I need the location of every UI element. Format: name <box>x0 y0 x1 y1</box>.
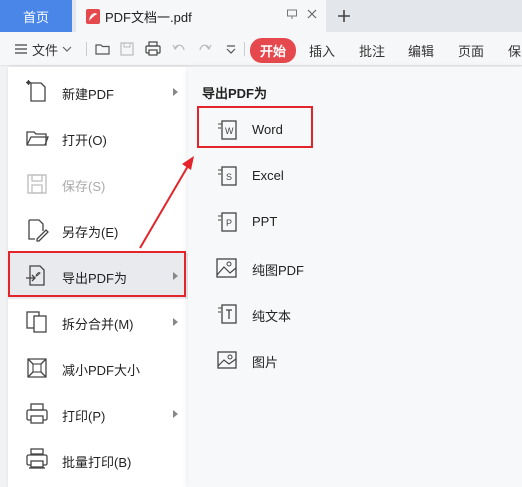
menu-item-label: 保存(S) <box>62 179 106 194</box>
export-excel-option[interactable]: S Excel <box>188 152 522 198</box>
export-option-label: 纯图PDF <box>252 263 305 278</box>
save-icon <box>27 174 47 194</box>
new-tab-button[interactable] <box>334 4 354 28</box>
export-text-option[interactable]: 纯文本 <box>188 290 522 336</box>
undo-icon[interactable] <box>170 40 188 58</box>
close-tab-icon[interactable] <box>306 8 318 20</box>
tab-document-label: PDF文档一.pdf <box>105 9 192 25</box>
picture-icon <box>217 351 237 369</box>
print-icon <box>26 403 48 424</box>
menu-item-new-pdf[interactable]: 新建PDF <box>8 69 188 115</box>
menu-item-save-as[interactable]: 另存为(E) <box>8 207 188 253</box>
hamburger-icon <box>15 44 27 54</box>
batch-print-icon <box>26 448 48 469</box>
tab-protect[interactable]: 保 <box>508 41 521 60</box>
highlight-box-export <box>8 251 186 297</box>
quick-access-dropdown-icon[interactable] <box>222 40 240 58</box>
split-merge-icon <box>26 311 47 333</box>
menu-item-label: 批量打印(B) <box>62 455 132 470</box>
submenu-title: 导出PDF为 <box>202 86 268 101</box>
submenu-arrow-icon <box>173 410 178 418</box>
menu-item-batch-print[interactable]: 批量打印(B) <box>8 437 188 483</box>
export-image-pdf-option[interactable]: 纯图PDF <box>188 244 522 290</box>
tab-home-label: 首页 <box>22 9 49 25</box>
new-pdf-icon <box>26 80 46 102</box>
svg-text:P: P <box>226 218 232 228</box>
submenu-arrow-icon <box>173 318 178 326</box>
plus-icon <box>338 10 350 22</box>
svg-text:S: S <box>226 172 232 182</box>
highlight-box-word <box>197 106 313 148</box>
pin-window-icon[interactable] <box>286 8 298 20</box>
chevron-down-icon <box>62 46 72 52</box>
printer-toolbar-icon[interactable] <box>144 40 162 58</box>
tab-document[interactable]: PDF文档一.pdf <box>76 0 326 32</box>
menu-item-label: 打开(O) <box>62 133 107 148</box>
menu-item-label: 另存为(E) <box>62 225 119 240</box>
tab-insert[interactable]: 插入 <box>309 41 335 60</box>
tab-annotate[interactable]: 批注 <box>359 41 385 60</box>
export-picture-option[interactable]: 图片 <box>188 336 522 382</box>
export-option-label: PPT <box>252 214 278 229</box>
pdf-file-icon <box>86 8 100 24</box>
submenu-arrow-icon <box>173 88 178 96</box>
menu-item-split-merge[interactable]: 拆分合并(M) <box>8 299 188 345</box>
toolbar-divider <box>244 42 245 56</box>
toolbar-divider <box>86 42 87 56</box>
menu-item-label: 打印(P) <box>62 409 106 424</box>
menu-item-label: 新建PDF <box>62 87 115 102</box>
tab-home[interactable]: 首页 <box>0 0 72 32</box>
folder-open-icon <box>26 131 49 146</box>
export-option-label: Excel <box>252 168 284 183</box>
save-as-icon <box>28 219 49 242</box>
menu-item-compress[interactable]: 减小PDF大小 <box>8 345 188 391</box>
export-option-label: 纯文本 <box>252 309 292 324</box>
tab-page[interactable]: 页面 <box>458 41 484 60</box>
image-pdf-icon <box>216 258 237 278</box>
excel-icon: S <box>218 166 237 186</box>
toolbar: 文件 开始 插入 批注 编辑 页面 保 <box>0 32 522 66</box>
export-option-label: 图片 <box>252 355 279 370</box>
menu-item-print[interactable]: 打印(P) <box>8 391 188 437</box>
open-folder-icon[interactable] <box>94 40 112 58</box>
tab-edit[interactable]: 编辑 <box>408 41 434 60</box>
file-menu-label: 文件 <box>32 42 59 58</box>
ppt-icon: P <box>218 212 237 232</box>
text-icon <box>218 304 237 324</box>
menu-item-label: 拆分合并(M) <box>62 317 134 332</box>
compress-icon <box>27 358 47 378</box>
menu-item-open[interactable]: 打开(O) <box>8 115 188 161</box>
menu-item-label: 减小PDF大小 <box>62 363 141 378</box>
menu-item-save: 保存(S) <box>8 161 188 207</box>
export-ppt-option[interactable]: P PPT <box>188 198 522 244</box>
file-menu-button[interactable]: 文件 <box>8 37 82 61</box>
tab-start[interactable]: 开始 <box>250 38 297 63</box>
save-toolbar-icon[interactable] <box>118 40 136 58</box>
title-bar: 首页 PDF文档一.pdf <box>0 0 522 32</box>
redo-icon[interactable] <box>196 40 214 58</box>
